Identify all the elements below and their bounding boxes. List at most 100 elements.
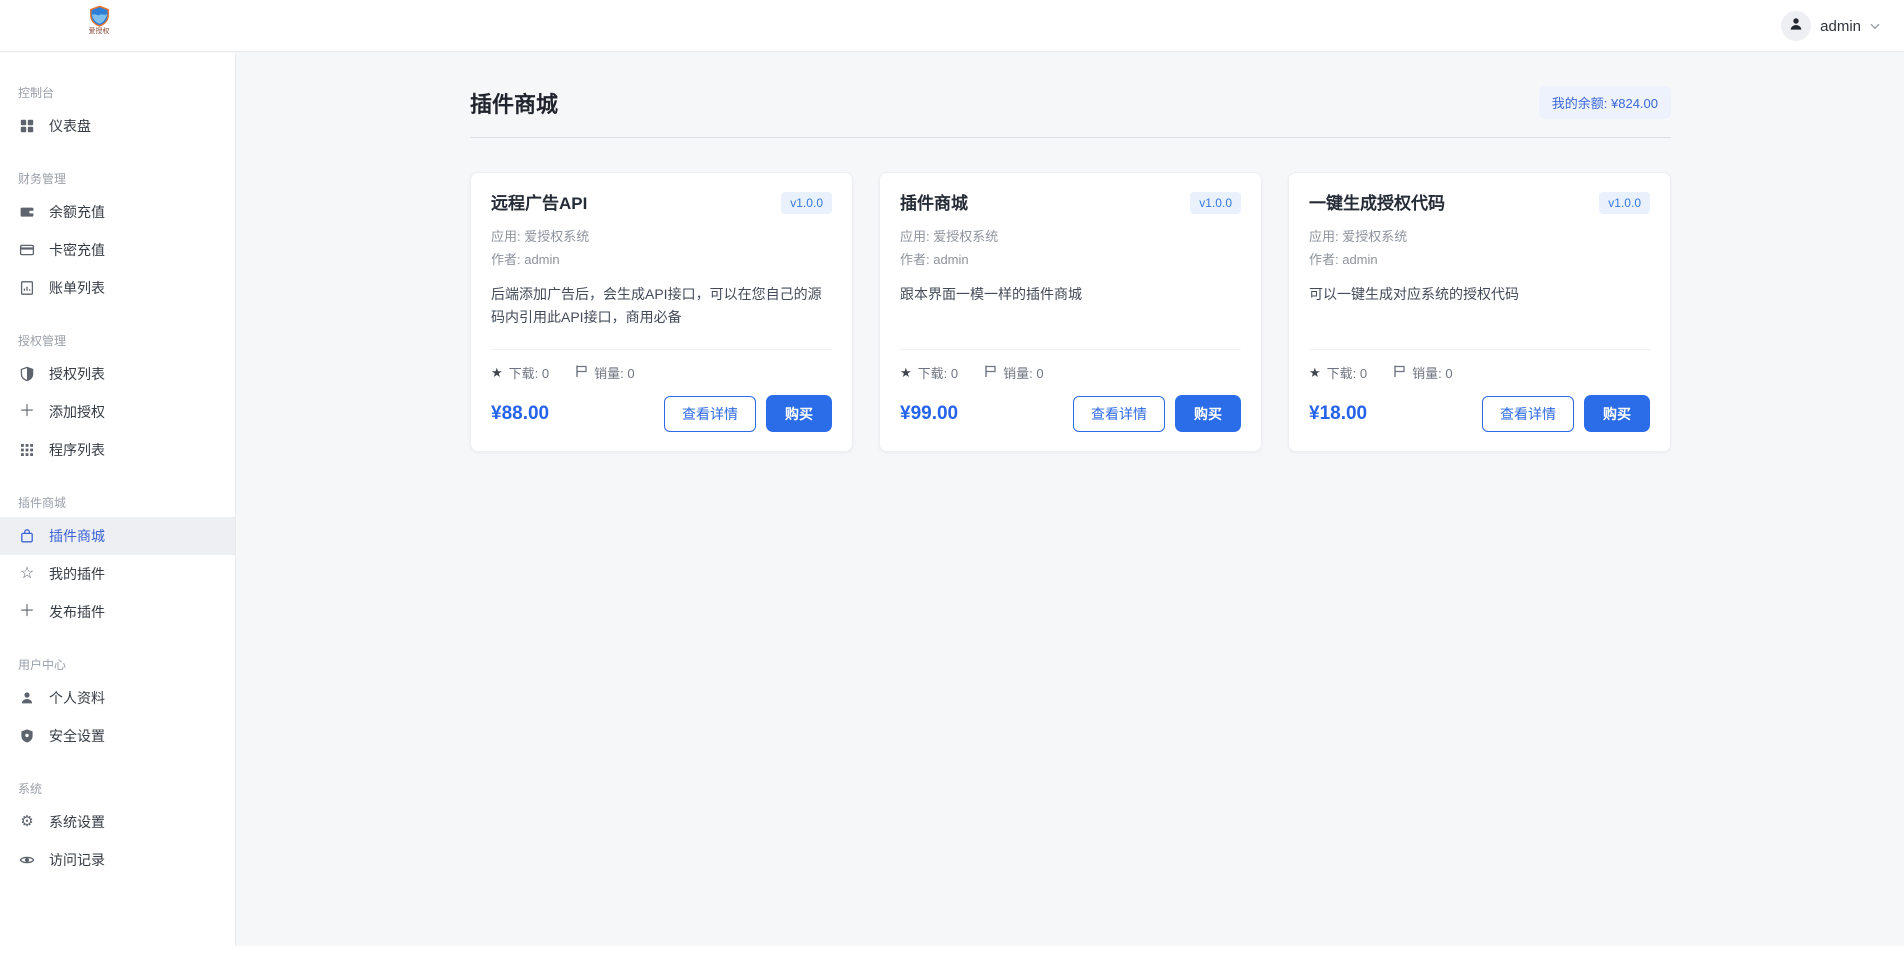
sidebar-section-label: 插件商城 [0,495,235,511]
eye-icon [18,851,36,869]
sidebar-item-profile[interactable]: 个人资料 [0,679,235,717]
sidebar-section-label: 系统 [0,781,235,797]
sidebar-item-label: 插件商城 [49,526,105,546]
page-title: 插件商城 [470,87,558,119]
plugin-cards-row: 远程广告API v1.0.0 应用: 爱授权系统 作者: admin 后端添加广… [470,172,1671,452]
wallet-icon [18,203,36,221]
plugin-price: ¥18.00 [1309,403,1367,425]
sidebar-section-items: ⚙ 系统设置 访问记录 [0,803,235,879]
page-header-row: 插件商城 我的余额: ¥824.00 [470,86,1671,119]
sidebar-section-label: 财务管理 [0,171,235,187]
sidebar-section: 插件商城 插件商城 ☆ 我的插件 ＋ 发布插件 [0,495,235,631]
sidebar-item-my-plugins[interactable]: ☆ 我的插件 [0,555,235,593]
sidebar-item-label: 卡密充值 [49,240,105,260]
sidebar-section-label: 用户中心 [0,657,235,673]
view-details-button[interactable]: 查看详情 [1073,396,1165,432]
sidebar-item-label: 授权列表 [49,364,105,384]
sidebar-item-add-auth[interactable]: ＋ 添加授权 [0,393,235,431]
downloads-stat: ★ 下载: 0 [1309,363,1367,382]
shield-icon [18,365,36,383]
sidebar-item-label: 账单列表 [49,278,105,298]
sidebar-item-card-recharge[interactable]: 卡密充值 [0,231,235,269]
sales-stat: 销量: 0 [575,363,634,382]
plugin-version-badge: v1.0.0 [781,192,832,214]
gear-icon: ⚙ [18,813,36,831]
plugin-card: 插件商城 v1.0.0 应用: 爱授权系统 作者: admin 跟本界面一模一样… [879,172,1262,452]
sales-text: 销量: 0 [594,363,634,382]
sidebar-item-publish-plugin[interactable]: ＋ 发布插件 [0,593,235,631]
flag-icon [1393,364,1406,381]
plugin-app: 应用: 爱授权系统 [1309,225,1650,248]
avatar[interactable] [1781,11,1811,41]
plugin-description: 可以一键生成对应系统的授权代码 [1309,283,1650,329]
top-header: 爱授权 admin [0,0,1904,52]
sidebar-section-items: 授权列表 ＋ 添加授权 程序列表 [0,355,235,469]
horizontal-scrollbar[interactable] [0,946,1904,955]
buy-button[interactable]: 购买 [1175,395,1241,432]
sidebar-item-security-settings[interactable]: 安全设置 [0,717,235,755]
app-logo: 爱授权 [84,5,114,36]
plugin-author: 作者: admin [900,248,1241,271]
sidebar-item-program-list[interactable]: 程序列表 [0,431,235,469]
view-details-button[interactable]: 查看详情 [1482,396,1574,432]
sidebar-item-auth-list[interactable]: 授权列表 [0,355,235,393]
downloads-stat: ★ 下载: 0 [491,363,549,382]
sidebar-item-system-settings[interactable]: ⚙ 系统设置 [0,803,235,841]
sidebar-item-label: 访问记录 [49,850,105,870]
sidebar-item-plugin-market[interactable]: 插件商城 [0,517,235,555]
sidebar-item-label: 发布插件 [49,602,105,622]
buy-button[interactable]: 购买 [766,395,832,432]
sidebar-section-label: 控制台 [0,85,235,101]
star-icon: ★ [491,366,503,379]
sidebar-item-bill-list[interactable]: 账单列表 [0,269,235,307]
sidebar-item-label: 我的插件 [49,564,105,584]
plugin-card: 远程广告API v1.0.0 应用: 爱授权系统 作者: admin 后端添加广… [470,172,853,452]
logo-text: 爱授权 [84,28,114,36]
sidebar-section-items: 个人资料 安全设置 [0,679,235,755]
star-icon: ★ [900,366,912,379]
star-icon: ★ [1309,366,1321,379]
sidebar-item-dashboard[interactable]: 仪表盘 [0,107,235,145]
downloads-stat: ★ 下载: 0 [900,363,958,382]
downloads-text: 下载: 0 [509,363,549,382]
downloads-text: 下载: 0 [1327,363,1367,382]
chevron-down-icon [1870,23,1880,30]
sidebar-item-label: 仪表盘 [49,116,91,136]
sidebar-section: 授权管理 授权列表 ＋ 添加授权 程序列表 [0,333,235,469]
title-divider [470,137,1671,138]
user-menu[interactable]: admin [1781,0,1880,52]
person-icon [1788,16,1804,37]
plugin-description: 跟本界面一模一样的插件商城 [900,283,1241,329]
plugin-app: 应用: 爱授权系统 [900,225,1241,248]
sidebar-item-balance-recharge[interactable]: 余额充值 [0,193,235,231]
plugin-version-badge: v1.0.0 [1190,192,1241,214]
sidebar-item-label: 安全设置 [49,726,105,746]
sidebar-item-label: 添加授权 [49,402,105,422]
star-outline-icon: ☆ [18,565,36,583]
bill-icon [18,279,36,297]
flag-icon [575,364,588,381]
sidebar-item-access-log[interactable]: 访问记录 [0,841,235,879]
sales-stat: 销量: 0 [1393,363,1452,382]
plugin-card: 一键生成授权代码 v1.0.0 应用: 爱授权系统 作者: admin 可以一键… [1288,172,1671,452]
sidebar-section-items: 插件商城 ☆ 我的插件 ＋ 发布插件 [0,517,235,631]
dashboard-icon [18,117,36,135]
view-details-button[interactable]: 查看详情 [664,396,756,432]
balance-badge: 我的余额: ¥824.00 [1539,86,1671,119]
sidebar-item-label: 程序列表 [49,440,105,460]
plugin-price: ¥88.00 [491,403,549,425]
shield-logo-icon [84,5,114,27]
plugin-name: 远程广告API [491,192,587,216]
sidebar-item-label: 个人资料 [49,688,105,708]
sales-text: 销量: 0 [1003,363,1043,382]
main-area: 插件商城 我的余额: ¥824.00 远程广告API v1.0.0 应用: 爱授… [237,0,1904,492]
sales-text: 销量: 0 [1412,363,1452,382]
sales-stat: 销量: 0 [984,363,1043,382]
user-icon [18,689,36,707]
buy-button[interactable]: 购买 [1584,395,1650,432]
plugin-description: 后端添加广告后，会生成API接口，可以在您自己的源码内引用此API接口，商用必备 [491,283,832,329]
sidebar-item-label: 系统设置 [49,812,105,832]
sidebar-section: 用户中心 个人资料 安全设置 [0,657,235,755]
sidebar-section: 系统 ⚙ 系统设置 访问记录 [0,781,235,879]
sidebar: 控制台 仪表盘 财务管理 余额充值 卡密充值 账单列表 授权管理 授权列表 ＋ … [0,53,236,946]
